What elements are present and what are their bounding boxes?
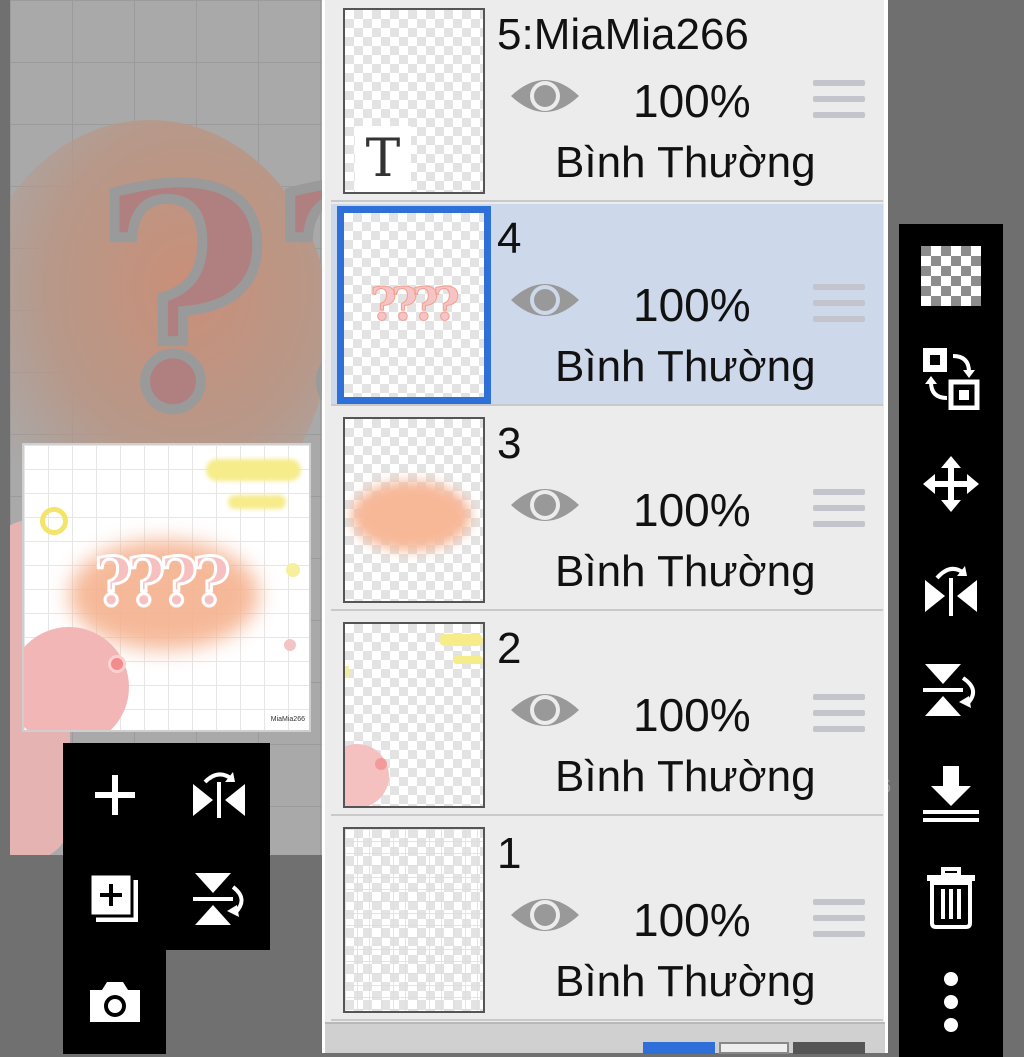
bottom-tab[interactable]	[793, 1042, 865, 1054]
canvas-preview[interactable]: ???? MiaMia266	[22, 443, 311, 732]
layer-opacity[interactable]: 100%	[633, 893, 751, 947]
layer-opacity[interactable]: 100%	[633, 688, 751, 742]
flip-horizontal-icon	[925, 566, 977, 616]
flip-vertical-icon	[923, 664, 975, 716]
thumb-grid	[345, 829, 483, 1011]
preview-pink-circle	[24, 627, 129, 730]
layer-name: 1	[497, 829, 522, 878]
flip-horizontal-button[interactable]	[167, 743, 270, 846]
camera-icon	[89, 981, 140, 1022]
more-icon	[944, 972, 958, 1032]
trash-icon	[927, 867, 975, 929]
preview-yellow-ring	[40, 507, 68, 535]
layer-opacity[interactable]: 100%	[633, 278, 751, 332]
flip-horizontal-icon	[192, 771, 245, 818]
eye-icon	[511, 284, 579, 316]
layer-opacity[interactable]: 100%	[633, 74, 751, 128]
flip-vertical-icon	[192, 872, 243, 925]
thumb-pink-dot	[375, 758, 387, 770]
visibility-toggle[interactable]	[509, 891, 581, 944]
drag-handle-icon[interactable]	[813, 899, 865, 947]
layer-opacity[interactable]: 100%	[633, 483, 751, 537]
layer-tools-toolbar	[63, 743, 270, 950]
preview-question-marks: ????	[93, 542, 233, 623]
layer-name: 5:MiaMia266	[497, 10, 749, 59]
move-icon	[923, 456, 979, 512]
layer-blend-mode[interactable]: Bình Thường	[555, 957, 816, 1007]
visibility-toggle[interactable]	[509, 686, 581, 739]
layer-row-5[interactable]: T 5:MiaMia266 100% Bình Thường	[331, 0, 883, 202]
swap-layers-button[interactable]	[899, 328, 1003, 428]
drag-handle-icon[interactable]	[813, 694, 865, 742]
layer-row-1[interactable]: 1 100% Bình Thường	[331, 819, 883, 1021]
eye-icon	[511, 489, 579, 521]
flip-vertical-button[interactable]	[167, 847, 270, 950]
layer-blend-mode[interactable]: Bình Thường	[555, 752, 816, 802]
layer-thumbnail[interactable]: ????	[337, 206, 491, 404]
preview-yellow-stroke	[228, 495, 286, 509]
layer-row-2[interactable]: 2 100% Bình Thường	[331, 614, 883, 816]
bottom-tab[interactable]	[643, 1042, 715, 1054]
thumb-yellow-stroke	[453, 656, 483, 664]
layer-name: 3	[497, 419, 522, 468]
text-layer-icon: T	[355, 126, 411, 192]
preview-pink-dot	[108, 655, 126, 673]
merge-down-button[interactable]	[899, 744, 1003, 844]
visibility-toggle[interactable]	[509, 481, 581, 534]
transparent-background-icon	[921, 246, 981, 306]
layer-name: 4	[497, 214, 522, 263]
canvas-question-marks: ??	[90, 123, 330, 476]
merge-down-icon	[923, 766, 979, 822]
drag-handle-icon[interactable]	[813, 284, 865, 332]
add-layer-button[interactable]	[63, 743, 166, 846]
panel-bottom-bar	[325, 1022, 885, 1054]
flip-layer-horizontal-button[interactable]	[899, 540, 1003, 640]
layer-actions-toolbar	[899, 224, 1003, 1057]
flip-layer-vertical-button[interactable]	[899, 640, 1003, 740]
layer-row-3[interactable]: 3 100% Bình Thường	[331, 409, 883, 611]
thumb-yellow-stroke	[439, 634, 483, 646]
layer-thumbnail[interactable]: T	[343, 8, 485, 194]
visibility-toggle[interactable]	[509, 72, 581, 125]
swap-layers-icon	[923, 348, 980, 410]
layer-row-4[interactable]: ???? 4 100% Bình Thường	[331, 204, 883, 406]
layer-blend-mode[interactable]: Bình Thường	[555, 547, 816, 597]
preview-yellow-stroke	[206, 459, 301, 481]
eye-icon	[511, 694, 579, 726]
layer-name: 2	[497, 624, 522, 673]
layer-blend-mode[interactable]: Bình Thường	[555, 138, 816, 188]
eye-icon	[511, 80, 579, 112]
import-photo-button[interactable]	[63, 950, 166, 1053]
add-copy-layer-button[interactable]	[63, 847, 166, 950]
transparent-background-button[interactable]	[899, 226, 1003, 326]
thumb-question-marks: ????	[370, 277, 461, 332]
layer-tools-toolbar-bottom	[63, 950, 166, 1054]
preview-yellow-dot	[286, 563, 300, 577]
preview-pink-dot	[284, 639, 296, 651]
layer-blend-mode[interactable]: Bình Thường	[555, 342, 816, 392]
layer-thumbnail[interactable]	[343, 827, 485, 1013]
add-copy-layer-icon	[88, 872, 138, 922]
drag-handle-icon[interactable]	[813, 80, 865, 128]
thumb-orange-brush	[351, 481, 471, 551]
move-layer-button[interactable]	[899, 434, 1003, 534]
layer-thumbnail[interactable]	[343, 417, 485, 603]
add-layer-icon	[94, 774, 135, 815]
drag-handle-icon[interactable]	[813, 489, 865, 537]
visibility-toggle[interactable]	[509, 276, 581, 329]
thumb-yellow-dot	[345, 666, 349, 678]
preview-signature: MiaMia266	[270, 716, 305, 723]
delete-layer-button[interactable]	[899, 848, 1003, 948]
eye-icon	[511, 899, 579, 931]
thumb-pink-circle	[345, 744, 389, 806]
more-options-button[interactable]	[899, 952, 1003, 1052]
bottom-tab[interactable]	[719, 1042, 789, 1054]
layers-panel: T 5:MiaMia266 100% Bình Thường ???? 4 10…	[322, 0, 888, 1054]
layer-thumbnail[interactable]	[343, 622, 485, 808]
